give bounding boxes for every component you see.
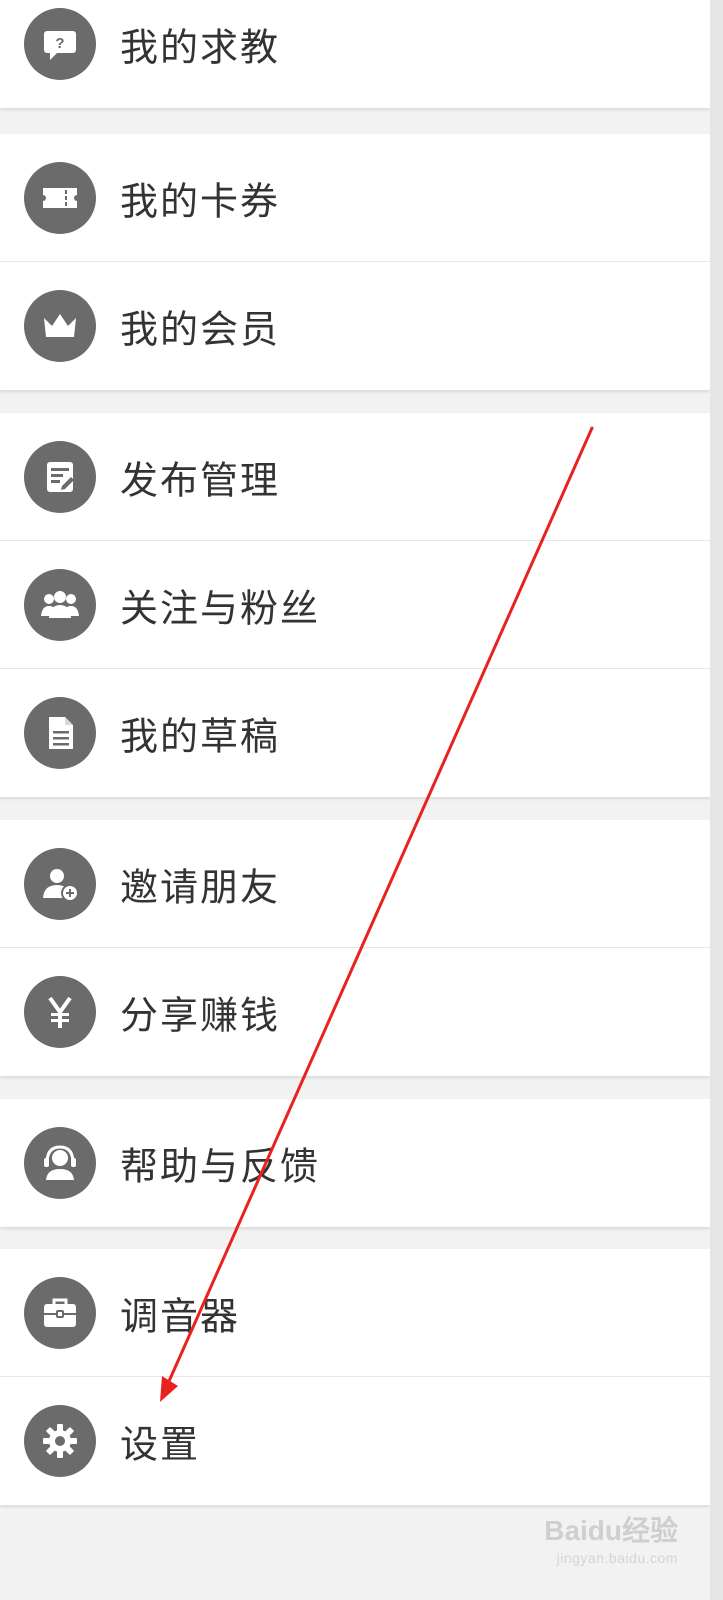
menu-item-label: 分享赚钱	[120, 993, 281, 1038]
menu-item-label: 发布管理	[120, 458, 281, 502]
add-friend-icon	[24, 847, 96, 920]
people-group-icon	[24, 568, 96, 641]
menu-item-coupons[interactable]: 我的卡券	[0, 134, 710, 262]
menu-item-label: 我的卡券	[120, 179, 281, 223]
right-gutter	[710, 0, 723, 1600]
menu-item-label: 邀请朋友	[120, 865, 281, 909]
baidu-watermark: Baidu经验 jingyan.baidu.com	[544, 1515, 678, 1566]
help-bubble-icon: ?	[24, 8, 96, 80]
menu-group-6: 调音器 设置	[0, 1249, 710, 1505]
menu-item-settings[interactable]: 设置	[0, 1377, 710, 1505]
svg-text:?: ?	[55, 35, 64, 52]
menu-item-follow-fans[interactable]: 关注与粉丝	[0, 541, 710, 669]
menu-item-label: 我的求教	[120, 25, 281, 70]
menu-group-1: ? 我的求教	[0, 0, 710, 108]
draft-document-icon	[24, 697, 96, 769]
crown-icon	[24, 290, 96, 362]
yen-icon	[24, 976, 96, 1048]
menu-item-invite-friends[interactable]: 邀请朋友	[0, 820, 710, 948]
menu-item-share-earn[interactable]: 分享赚钱	[0, 948, 710, 1076]
edit-document-icon	[24, 440, 96, 513]
menu-item-tuner[interactable]: 调音器	[0, 1249, 710, 1377]
menu-item-label: 帮助与反馈	[120, 1144, 321, 1189]
menu-group-5: 帮助与反馈	[0, 1099, 710, 1227]
menu-item-my-questions[interactable]: ? 我的求教	[0, 0, 710, 108]
menu-item-help-feedback[interactable]: 帮助与反馈	[0, 1099, 710, 1227]
menu-item-label: 我的草稿	[120, 714, 281, 759]
menu-group-4: 邀请朋友 分享赚钱	[0, 820, 710, 1076]
watermark-brand: Baidu经验	[544, 1515, 678, 1546]
menu-item-membership[interactable]: 我的会员	[0, 262, 710, 390]
menu-item-label: 关注与粉丝	[120, 586, 321, 630]
toolbox-icon	[24, 1276, 96, 1349]
watermark-url: jingyan.baidu.com	[556, 1550, 678, 1566]
menu-item-publish-manage[interactable]: 发布管理	[0, 413, 710, 541]
menu-item-label: 调音器	[120, 1294, 241, 1338]
menu-item-label: 我的会员	[120, 307, 281, 352]
menu-group-2: 我的卡券 我的会员	[0, 134, 710, 390]
menu-item-label: 设置	[120, 1422, 201, 1467]
ticket-icon	[24, 161, 96, 234]
menu-item-drafts[interactable]: 我的草稿	[0, 669, 710, 797]
gear-icon	[24, 1405, 96, 1477]
headset-support-icon	[24, 1127, 96, 1199]
menu-group-3: 发布管理 关注与粉丝 我的草稿	[0, 413, 710, 797]
